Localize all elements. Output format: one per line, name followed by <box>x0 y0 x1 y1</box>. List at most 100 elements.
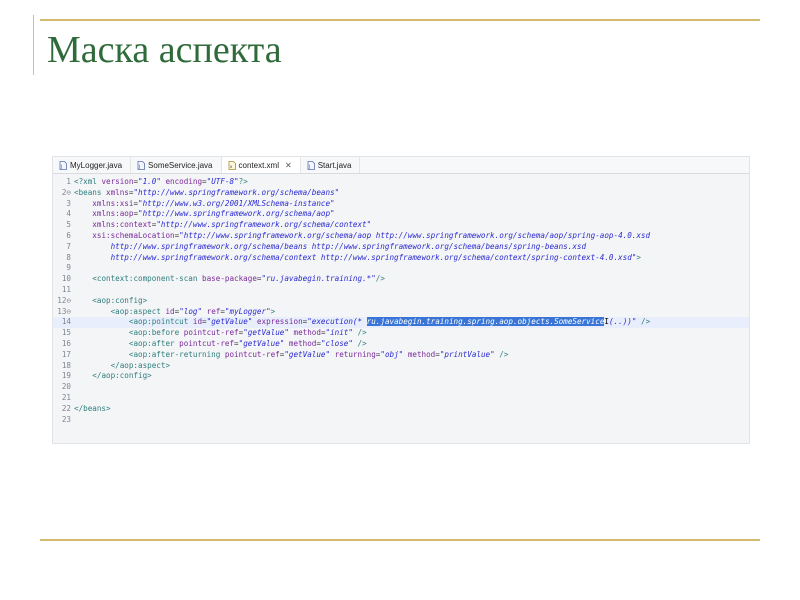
code-token: "ru.javabegin.training.*" <box>261 274 376 284</box>
code-text: http://www.springframework.org/schema/be… <box>74 242 586 253</box>
svg-text:J: J <box>308 164 310 169</box>
code-line: 15 <aop:before pointcut-ref="getValue" m… <box>53 328 749 339</box>
code-token: version <box>101 177 134 186</box>
code-token: xmlns:context <box>92 220 152 230</box>
code-token: "http://www.springframework.org/schema/c… <box>156 220 372 230</box>
code-line: 8 http://www.springframework.org/schema/… <box>53 253 749 264</box>
code-token: id <box>165 306 175 316</box>
code-token: </beans> <box>74 403 111 413</box>
code-token: > <box>270 306 276 316</box>
code-token: <aop:pointcut <box>128 317 193 327</box>
code-line: 1 <?xml version="1.0" encoding="UTF-8"?> <box>53 177 749 188</box>
code-line: 19 </aop:config> <box>53 371 749 382</box>
line-number: 8 <box>66 252 71 262</box>
code-token: /> <box>494 349 509 359</box>
code-token: </aop:aspect> <box>110 360 171 370</box>
bottom-divider <box>40 539 760 541</box>
xml-file-icon: x <box>228 160 236 170</box>
code-token: ref <box>206 306 221 316</box>
code-token: encoding <box>165 177 203 186</box>
code-area[interactable]: 1 <?xml version="1.0" encoding="UTF-8"?> 2… <box>53 174 749 425</box>
code-text: xsi:schemaLocation="http://www.springfra… <box>74 231 650 242</box>
code-line: 13⊖ <aop:aspect id="log" ref="myLogger"> <box>53 307 749 318</box>
code-token: "UTF-8" <box>206 177 239 186</box>
code-token: <beans <box>74 187 107 197</box>
line-number: 11 <box>61 284 71 294</box>
code-token: id <box>192 317 203 327</box>
editor-tab[interactable]: J SomeService.java <box>131 157 222 173</box>
line-number: 18 <box>61 360 71 370</box>
code-token: http://www.springframework.org/schema/be… <box>74 241 587 251</box>
code-token: "log" <box>179 306 203 316</box>
editor-tab[interactable]: J MyLogger.java <box>53 157 132 173</box>
code-token: <aop:before <box>128 328 184 338</box>
java-file-icon: J <box>137 160 145 170</box>
code-line: 4 xmlns:aop="http://www.springframework.… <box>53 209 749 220</box>
line-number: 6 <box>66 230 71 240</box>
code-token: returning <box>334 349 376 359</box>
code-token: <aop:aspect <box>110 306 166 316</box>
code-text: </aop:config> <box>74 371 152 382</box>
code-line: 14 <aop:pointcut id="getValue" expressio… <box>53 317 749 329</box>
code-token: "close" <box>320 338 353 348</box>
code-line: 22 </beans> <box>53 404 749 415</box>
editor-tab[interactable]: J Start.java <box>301 157 361 173</box>
code-text: </aop:aspect> <box>74 361 170 372</box>
code-token: ?> <box>238 177 248 186</box>
line-number: 10 <box>61 274 71 284</box>
close-tab-icon[interactable]: ✕ <box>285 161 292 170</box>
line-number: 20 <box>61 382 71 392</box>
code-token: /> <box>352 328 367 338</box>
code-token: method <box>407 349 436 359</box>
code-token: <context:component-scan <box>92 274 203 284</box>
code-token: "http://www.springframework.org/schema/b… <box>133 187 340 197</box>
line-number: 4 <box>66 209 71 219</box>
editor-tab-label: context.xml <box>238 160 279 170</box>
code-token: xmlns:aop <box>92 209 134 219</box>
code-text: xmlns:context="http://www.springframewor… <box>74 220 371 231</box>
fold-toggle-icon[interactable]: ⊖ <box>66 296 71 305</box>
code-token: "printValue" <box>439 349 495 359</box>
code-token: "http://www.w3.org/2001/XMLSchema-instan… <box>138 198 335 208</box>
code-token: xmlns <box>106 187 129 197</box>
line-number: 22 <box>61 403 71 413</box>
code-token: /> <box>636 317 651 327</box>
line-number: 2⊖ <box>61 187 71 197</box>
code-line: 2⊖ <beans xmlns="http://www.springframewo… <box>53 188 749 199</box>
code-line: 16 <aop:after pointcut-ref="getValue" me… <box>53 339 749 350</box>
svg-text:J: J <box>138 164 140 169</box>
fold-toggle-icon[interactable]: ⊖ <box>66 188 71 197</box>
code-token: http://www.springframework.org/schema/co… <box>74 252 637 262</box>
code-token: "myLogger" <box>224 306 271 316</box>
code-token: "init" <box>325 328 353 338</box>
code-token: expression <box>256 317 303 327</box>
code-editor: J MyLogger.java J SomeService.java x context.… <box>52 156 750 444</box>
code-token: </aop:config> <box>92 371 152 381</box>
line-number: 1 <box>66 177 71 186</box>
code-text: <aop:after pointcut-ref="getValue" metho… <box>74 339 367 350</box>
code-line: 18 </aop:aspect> <box>53 361 749 372</box>
code-token: <aop:after <box>128 338 180 348</box>
top-divider <box>40 19 760 21</box>
code-text: <beans xmlns="http://www.springframework… <box>74 188 339 199</box>
code-text: xmlns:xsi="http://www.w3.org/2001/XMLSch… <box>74 198 335 210</box>
editor-tab-label: Start.java <box>317 160 352 170</box>
code-text: <aop:pointcut id="getValue" expression="… <box>74 317 650 328</box>
editor-tab-label: SomeService.java <box>148 160 213 170</box>
editor-tab[interactable]: x context.xml ✕ <box>221 157 301 173</box>
code-token: pointcut-ref <box>179 338 235 348</box>
code-token: /> <box>375 274 385 284</box>
line-number: 12⊖ <box>57 295 71 305</box>
code-token: <aop:after-returning <box>128 349 225 359</box>
slide-title: Маска аспекта <box>47 29 282 71</box>
fold-toggle-icon[interactable]: ⊖ <box>66 307 71 316</box>
line-number: 21 <box>61 392 71 402</box>
code-token: "http://www.springframework.org/schema/a… <box>179 230 651 240</box>
code-text: <aop:config> <box>74 296 147 307</box>
line-number: 13⊖ <box>57 306 71 316</box>
code-line: 9 <box>53 263 749 274</box>
